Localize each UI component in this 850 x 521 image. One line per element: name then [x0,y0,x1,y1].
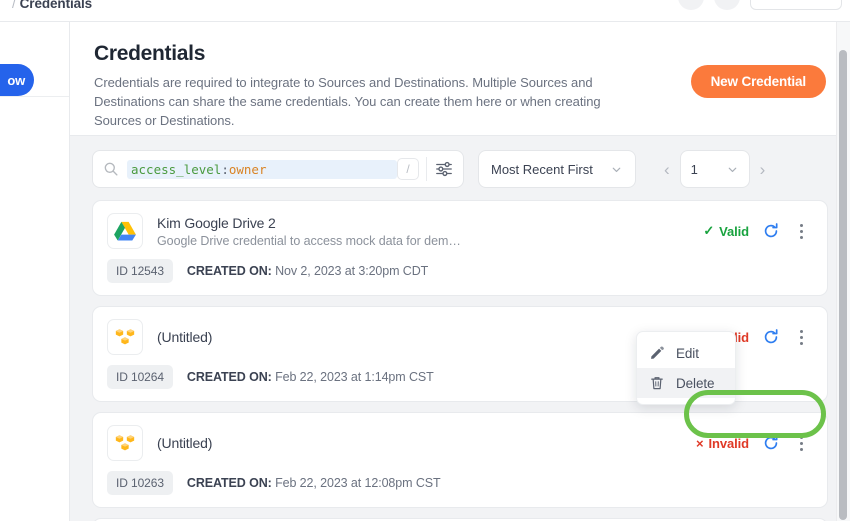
credential-created: CREATED ON: Nov 2, 2023 at 3:20pm CDT [187,264,428,278]
credential-id-badge: ID 10263 [107,471,173,495]
credential-text: Kim Google Drive 2 Google Drive credenti… [157,215,703,248]
credential-meta: ID 10263 CREATED ON: Feb 22, 2023 at 12:… [93,469,827,507]
sort-order-value: Most Recent First [491,161,593,177]
row-menu-button[interactable] [793,434,809,453]
credential-id-badge: ID 12543 [107,259,173,283]
new-credential-button[interactable]: New Credential [690,65,826,98]
next-page-button[interactable]: › [760,161,766,178]
top-bar: / Credentials [0,0,850,22]
search-query-token: access_level:owner [127,159,397,179]
account-menu-button[interactable] [750,0,842,10]
credentials-page: / Credentials ow Credentials Credentials … [0,0,850,521]
help-icon[interactable] [678,0,704,10]
credential-name: (Untitled) [157,435,213,451]
row-context-menu[interactable]: Edit Delete [636,331,736,405]
breadcrumb: / Credentials [12,0,92,11]
credential-description: Google Drive credential to access mock d… [157,233,461,248]
menu-item-edit[interactable]: Edit [637,338,735,368]
refresh-icon[interactable] [762,328,780,346]
page-header: Credentials Credentials are required to … [70,22,850,136]
credential-actions: ✓ Valid [703,222,813,241]
scrollbar-thumb[interactable] [839,50,847,520]
main-content: Credentials Credentials are required to … [70,22,850,521]
filter-sliders-icon[interactable] [435,160,453,178]
status-badge: ✓ Valid [703,223,749,239]
refresh-icon[interactable] [762,222,780,240]
created-on-value: Feb 22, 2023 at 12:08pm CST [275,476,441,490]
status-label: Valid [719,223,749,239]
status-check-icon: ✓ [703,223,715,238]
credential-row-main: Kim Google Drive 2 Google Drive credenti… [93,201,827,257]
pencil-icon [651,346,664,359]
search-token-colon: : [221,161,229,177]
refresh-icon[interactable] [762,434,780,452]
breadcrumb-current: Credentials [19,0,93,11]
trash-icon [651,377,663,390]
chevron-down-icon [728,167,737,172]
created-on-label: CREATED ON: [186,264,272,278]
credential-row-main: (Untitled) × Invalid [93,413,827,469]
left-sidebar: ow [0,22,70,521]
created-on-label: CREATED ON: [186,476,272,490]
new-flow-button[interactable]: ow [0,64,34,96]
google-drive-icon [107,213,143,249]
page-number-value: 1 [690,161,698,177]
status-cross-icon: × [696,435,704,451]
credential-name: Kim Google Drive 2 [157,214,276,231]
status-label: Invalid [708,435,750,451]
credential-name: (Untitled) [157,329,213,345]
credential-text: (Untitled) [157,435,696,451]
row-menu-button[interactable] [793,222,809,241]
chevron-down-icon [612,167,621,172]
search-token-key: access_level [131,161,222,177]
page-title: Credentials [94,42,206,65]
credential-actions: × Invalid [696,434,813,453]
row-menu-button[interactable] [793,328,809,347]
prev-page-button[interactable]: ‹ [664,161,670,178]
topbar-actions [678,0,842,10]
created-on-value: Nov 2, 2023 at 3:20pm CDT [275,264,429,278]
notifications-icon[interactable] [714,0,740,10]
credential-text: (Untitled) [157,329,696,345]
page-number-select[interactable]: 1 [679,150,750,188]
sidebar-header: ow [0,22,69,97]
menu-item-edit-label: Edit [676,345,699,361]
pagination: ‹ 1 › [664,150,765,188]
search-input[interactable]: access_level:owner / [92,150,464,188]
search-icon [104,162,118,176]
credential-created: CREATED ON: Feb 22, 2023 at 12:08pm CST [187,476,441,490]
credential-created: CREATED ON: Feb 22, 2023 at 1:14pm CST [187,370,434,384]
credential-id-badge: ID 10264 [107,365,173,389]
toolbar-divider [426,157,427,181]
credential-meta: ID 12543 CREATED ON: Nov 2, 2023 at 3:20… [93,257,827,295]
menu-item-delete-label: Delete [676,375,715,391]
list-toolbar: access_level:owner / Most Recent First ‹… [70,136,850,200]
status-badge: × Invalid [696,436,749,451]
credential-row[interactable]: Kim Google Drive 2 Google Drive credenti… [92,200,828,296]
aws-s3-icon [107,319,143,355]
credential-row[interactable]: (Untitled) × Invalid [92,412,828,508]
search-token-value: owner [228,161,267,177]
created-on-label: CREATED ON: [186,370,272,384]
menu-item-delete[interactable]: Delete [637,368,735,398]
breadcrumb-separator: / [12,0,16,11]
sort-order-select[interactable]: Most Recent First [478,150,636,188]
scrollbar-track[interactable] [836,22,850,521]
aws-s3-icon [107,425,143,461]
created-on-value: Feb 22, 2023 at 1:14pm CST [275,370,434,384]
page-description: Credentials are required to integrate to… [94,75,601,128]
search-shortcut-badge: / [397,158,419,180]
